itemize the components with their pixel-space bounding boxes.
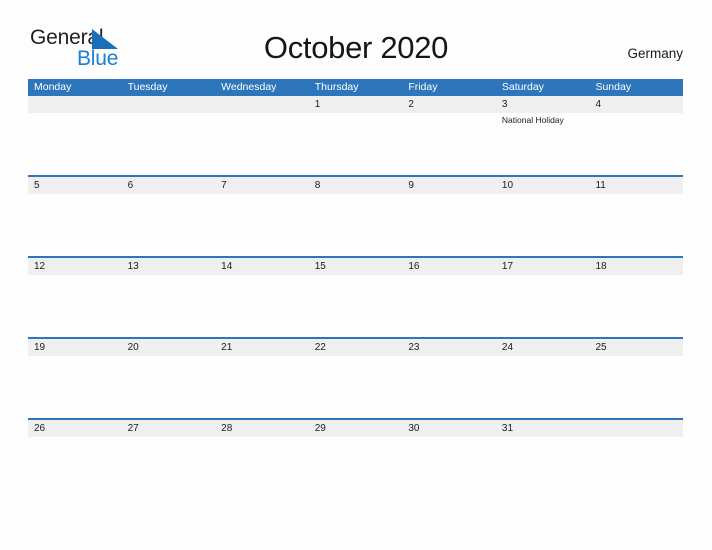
day-cell[interactable] [122,113,216,158]
weekday-header-sunday: Sunday [595,81,632,93]
day-cell[interactable] [215,356,309,401]
weekday-header-friday: Friday [408,81,438,93]
day-number-empty [122,96,216,113]
week-number-band: 26 27 28 29 30 31 [28,420,683,437]
week-number-band: 5 6 7 8 9 10 11 [28,177,683,194]
day-number[interactable]: 12 [28,258,122,275]
calendar-week-row: 12 13 14 15 16 17 18 [28,256,683,320]
day-cell[interactable] [402,113,496,158]
day-cell[interactable]: National Holiday [496,113,590,158]
day-number[interactable]: 29 [309,420,403,437]
week-body-band [28,194,683,239]
day-number[interactable]: 7 [215,177,309,194]
day-cell[interactable] [28,356,122,401]
day-number[interactable]: 5 [28,177,122,194]
calendar-grid: Monday Tuesday Wednesday Thursday Friday Satu… [28,79,683,482]
day-number[interactable]: 3 [496,96,590,113]
day-number[interactable]: 21 [215,339,309,356]
day-cell[interactable] [309,356,403,401]
week-body-band [28,356,683,401]
day-cell[interactable] [309,113,403,158]
day-number[interactable]: 17 [496,258,590,275]
calendar-week-row: 5 6 7 8 9 10 11 [28,175,683,239]
day-cell[interactable] [402,356,496,401]
day-number-empty [215,96,309,113]
day-cell[interactable] [402,275,496,320]
day-cell[interactable] [496,356,590,401]
weekday-header-wednesday: Wednesday [221,81,277,93]
day-number[interactable]: 20 [122,339,216,356]
day-cell[interactable] [309,194,403,239]
day-cell[interactable] [496,437,590,482]
day-cell[interactable] [28,194,122,239]
day-cell[interactable] [589,113,683,158]
region-label: Germany [627,46,683,61]
day-number[interactable]: 6 [122,177,216,194]
calendar-week-row: 26 27 28 29 30 31 [28,418,683,482]
page-title: October 2020 [263,30,449,65]
day-number[interactable]: 31 [496,420,590,437]
weekday-header-thursday: Thursday [314,81,359,93]
day-cell[interactable] [589,194,683,239]
day-cell[interactable] [122,437,216,482]
day-cell[interactable] [309,275,403,320]
week-body-band: National Holiday [28,113,683,158]
day-number-empty [589,420,683,437]
day-number[interactable]: 15 [309,258,403,275]
day-number[interactable]: 27 [122,420,216,437]
day-number[interactable]: 24 [496,339,590,356]
day-cell[interactable] [122,194,216,239]
day-cell[interactable] [402,194,496,239]
day-number[interactable]: 1 [309,96,403,113]
week-body-band [28,275,683,320]
day-cell[interactable] [589,356,683,401]
day-cell[interactable] [496,194,590,239]
weekday-header-tuesday: Tuesday [127,81,168,93]
day-cell[interactable] [309,437,403,482]
day-cell[interactable] [402,437,496,482]
day-cell[interactable] [28,437,122,482]
calendar-weeks: 1 2 3 4 National Holiday 5 6 7 8 9 10 11 12 13 14 15 16 1… [28,96,683,482]
day-number-empty [28,96,122,113]
week-number-band: 12 13 14 15 16 17 18 [28,258,683,275]
day-number[interactable]: 8 [309,177,403,194]
day-number[interactable]: 19 [28,339,122,356]
week-body-band [28,437,683,482]
week-number-band: 19 20 21 22 23 24 25 [28,339,683,356]
week-number-band: 1234 [28,96,683,113]
day-number[interactable]: 25 [589,339,683,356]
day-number[interactable]: 13 [122,258,216,275]
day-number[interactable]: 28 [215,420,309,437]
weekday-header-saturday: Saturday [501,81,544,93]
day-number[interactable]: 26 [28,420,122,437]
day-cell[interactable] [122,275,216,320]
day-number[interactable]: 23 [402,339,496,356]
day-number[interactable]: 16 [402,258,496,275]
day-cell[interactable] [215,437,309,482]
calendar-weekday-header: Monday Tuesday Wednesday Thursday Friday Satu… [28,79,683,96]
day-number[interactable]: 22 [309,339,403,356]
day-number[interactable]: 11 [589,177,683,194]
day-cell[interactable] [589,275,683,320]
day-cell[interactable] [28,113,122,158]
day-number[interactable]: 18 [589,258,683,275]
day-cell[interactable] [215,113,309,158]
day-cell[interactable] [496,275,590,320]
day-number[interactable]: 2 [402,96,496,113]
page-header: General Blue October 2020 Germany [0,0,712,70]
day-cell[interactable] [28,275,122,320]
day-number[interactable]: 9 [402,177,496,194]
day-event: National Holiday [501,115,564,125]
weekday-header-monday: Monday [34,81,72,93]
calendar-week-row: 19 20 21 22 23 24 25 [28,337,683,401]
day-cell[interactable] [589,437,683,482]
day-cell[interactable] [215,275,309,320]
day-number[interactable]: 4 [589,96,683,113]
day-number[interactable]: 14 [215,258,309,275]
day-cell[interactable] [215,194,309,239]
day-number[interactable]: 10 [496,177,590,194]
day-number[interactable]: 30 [402,420,496,437]
calendar-week-row: 1 2 3 4 National Holiday [28,96,683,158]
day-cell[interactable] [122,356,216,401]
